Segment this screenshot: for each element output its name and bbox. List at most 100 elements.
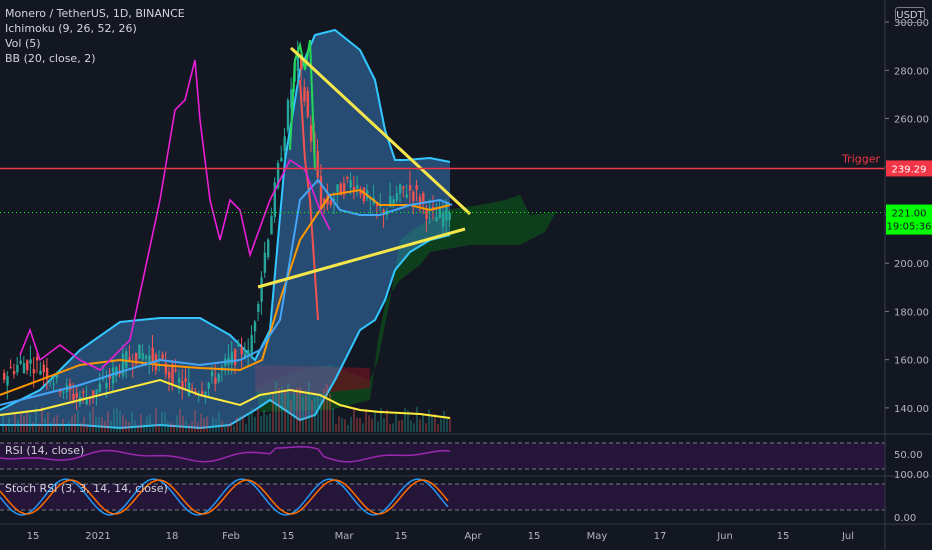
volume-bar <box>383 418 385 432</box>
trigger-price-text: 239.29 <box>892 164 927 175</box>
time-tick-label: Jul <box>841 531 854 542</box>
candle-body <box>98 383 102 392</box>
price-tick-label: 180.00 <box>894 307 929 318</box>
volume-bar <box>89 412 91 432</box>
candle-body <box>72 394 75 400</box>
volume-bar <box>218 411 220 432</box>
volume-bar <box>50 422 52 432</box>
volume-bar <box>356 417 358 432</box>
volume-bar <box>251 407 253 432</box>
indicator-ichimoku[interactable]: Ichimoku (9, 26, 52, 26) <box>5 21 185 36</box>
rsi-tick-label: 50.00 <box>894 450 923 461</box>
price-tick-label: 200.00 <box>894 259 929 270</box>
candle-body <box>95 389 98 395</box>
volume-bar <box>275 381 277 432</box>
volume-bar <box>59 422 61 432</box>
volume-bar <box>410 420 412 432</box>
candle-body <box>12 370 16 375</box>
volume-bar <box>116 407 118 432</box>
candle-body <box>441 213 445 227</box>
candle-body <box>346 176 349 179</box>
chart-root: Trigger 140.00160.00180.00200.00220.0024… <box>0 0 932 550</box>
candle-body <box>174 370 177 372</box>
indicator-bb[interactable]: BB (20, close, 2) <box>5 51 185 66</box>
volume-bar <box>419 419 421 432</box>
candle-body <box>210 371 214 377</box>
volume-bar <box>389 424 391 432</box>
volume-bar <box>272 392 274 432</box>
volume-bar <box>53 417 55 432</box>
candle-body <box>128 357 131 360</box>
volume-bar <box>293 391 295 432</box>
volume-bar <box>149 414 151 432</box>
volume-bar <box>368 415 370 432</box>
rsi-label[interactable]: RSI (14, close) <box>5 444 84 457</box>
indicator-volume[interactable]: Vol (5) <box>5 36 185 51</box>
volume-bar <box>197 422 199 432</box>
volume-bar <box>20 412 22 432</box>
volume-bar <box>335 424 337 432</box>
volume-bar <box>278 387 280 432</box>
time-tick-label: 15 <box>528 531 541 542</box>
volume-bar <box>14 414 16 432</box>
volume-bar <box>374 411 376 432</box>
volume-bar <box>260 416 262 432</box>
candle-body <box>240 347 243 355</box>
candle-body <box>201 391 204 395</box>
volume-bar <box>215 419 217 432</box>
volume-bar <box>284 390 286 432</box>
volume-bar <box>122 414 124 432</box>
volume-bar <box>206 416 208 432</box>
currency-button[interactable]: USDT <box>895 7 925 23</box>
volume-bar <box>26 412 28 432</box>
price-tick-label: 160.00 <box>894 356 929 367</box>
volume-bar <box>104 420 106 432</box>
candle-body <box>402 186 405 189</box>
volume-bar <box>320 394 322 432</box>
volume-bar <box>158 425 160 432</box>
volume-bar <box>257 408 259 432</box>
candle-body <box>171 364 174 386</box>
candle-body <box>161 354 164 360</box>
stoch-tick-label: 100.00 <box>894 470 929 481</box>
symbol-title[interactable]: Monero / TetherUS, 1D, BINANCE <box>5 6 185 21</box>
candle-body <box>75 392 78 398</box>
volume-bar <box>446 417 448 432</box>
stoch-tick-label: 0.00 <box>894 513 916 524</box>
candle-body <box>263 252 267 273</box>
candle-body <box>82 391 85 394</box>
volume-bar <box>401 419 403 432</box>
volume-bar <box>308 381 310 432</box>
volume-bar <box>125 419 127 432</box>
stoch-rsi-label[interactable]: Stoch RSI (3, 3, 14, 14, close) <box>5 482 168 495</box>
candle-body <box>408 185 412 191</box>
candle-body <box>36 356 39 361</box>
candle-body <box>267 239 270 258</box>
volume-bar <box>128 421 130 432</box>
volume-bar <box>323 389 325 432</box>
candle-body <box>253 321 257 332</box>
volume-bar <box>344 419 346 432</box>
time-tick-label: 17 <box>654 531 667 542</box>
volume-bar <box>242 415 244 432</box>
volume-bar <box>8 417 10 432</box>
candle-body <box>151 347 154 363</box>
candle-body <box>32 369 36 374</box>
volume-bar <box>236 417 238 432</box>
time-tick-label: Apr <box>464 531 482 542</box>
volume-bar <box>314 397 316 432</box>
time-tick-label: 15 <box>777 531 790 542</box>
candle-body <box>6 376 9 386</box>
candle-body <box>141 353 144 360</box>
volume-bar <box>212 416 214 432</box>
candle-body <box>448 212 451 220</box>
volume-bar <box>167 421 169 432</box>
volume-bar <box>404 407 406 432</box>
volume-bar <box>248 412 250 432</box>
time-tick-label: May <box>587 531 608 542</box>
volume-bar <box>83 416 85 432</box>
volume-bar <box>395 414 397 432</box>
volume-bar <box>119 411 121 432</box>
candle-body <box>214 377 217 384</box>
volume-bar <box>77 410 79 432</box>
